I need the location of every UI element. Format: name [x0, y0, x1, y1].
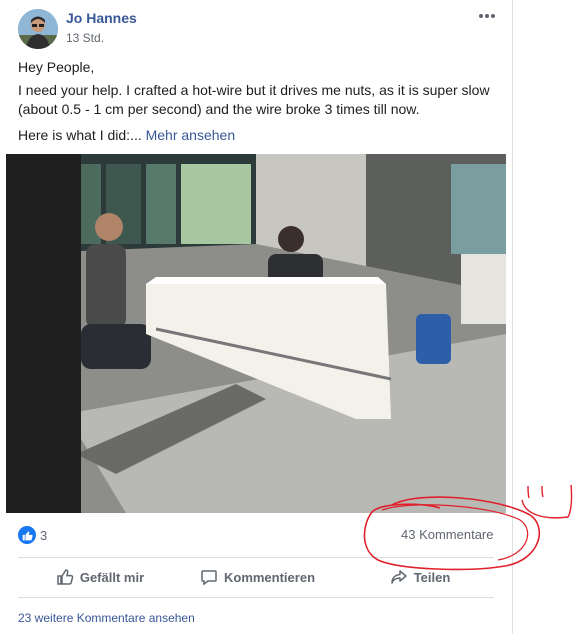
author-name[interactable]: Jo Hannes [66, 10, 137, 26]
see-more-link[interactable]: Mehr ansehen [146, 127, 236, 143]
more-options-icon[interactable] [478, 6, 500, 24]
post-intro: Here is what I did:... Mehr ansehen [18, 126, 235, 145]
divider [18, 597, 494, 598]
reactions-count[interactable]: 3 [40, 528, 47, 543]
comment-button-label: Kommentieren [223, 569, 316, 585]
like-button[interactable]: Gefällt mir [40, 562, 160, 592]
like-reaction-icon [18, 526, 36, 544]
share-button[interactable]: Teilen [375, 562, 465, 592]
post-greeting: Hey People, [18, 59, 95, 75]
avatar[interactable] [18, 9, 58, 49]
comments-count-link[interactable]: 43 Kommentare [401, 527, 494, 542]
page-background [513, 0, 574, 634]
divider [18, 557, 494, 558]
post-body: I need your help. I crafted a hot-wire b… [18, 82, 490, 117]
thumbs-up-icon [57, 569, 74, 585]
facebook-post: Jo Hannes 13 Std. Hey People, I need you… [0, 0, 513, 634]
view-more-comments-link[interactable]: 23 weitere Kommentare ansehen [18, 611, 195, 625]
comment-button[interactable]: Kommentieren [190, 562, 325, 592]
post-photo[interactable] [6, 154, 506, 513]
post-timestamp[interactable]: 13 Std. [66, 31, 104, 45]
post-intro-text: Here is what I did:... [18, 127, 146, 143]
share-button-label: Teilen [413, 569, 451, 585]
comment-icon [201, 570, 217, 586]
like-button-label: Gefällt mir [79, 569, 145, 585]
share-icon [390, 570, 407, 584]
reactions-summary[interactable]: 3 [18, 525, 47, 545]
